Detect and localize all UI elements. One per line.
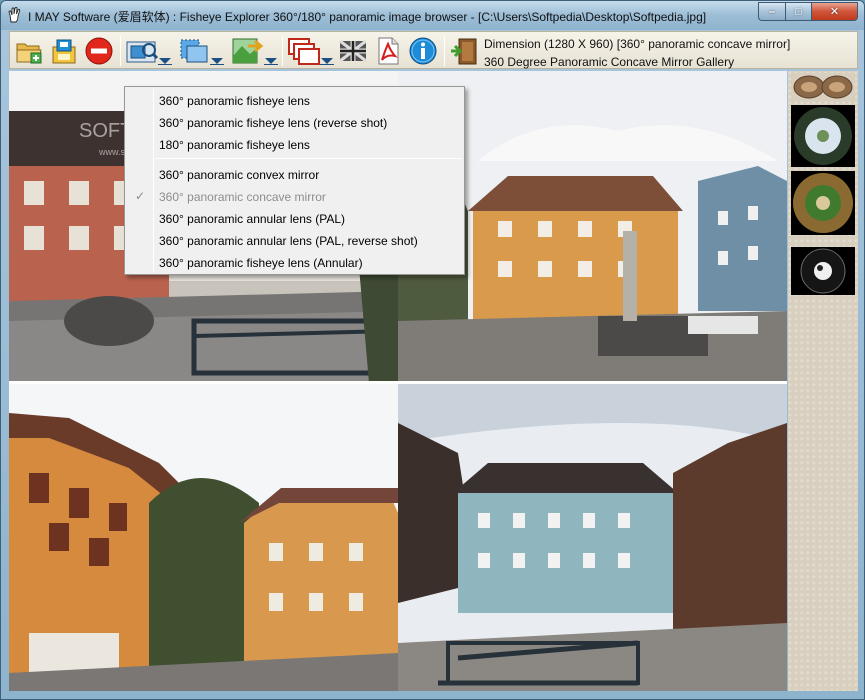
lens-type-menu: 360° panoramic fisheye lens 360° panoram… bbox=[124, 86, 465, 275]
maximize-icon: □ bbox=[795, 5, 802, 18]
thumbnail-image bbox=[791, 247, 855, 295]
camera-view-icon bbox=[126, 41, 159, 63]
image-dimension-info: Dimension (1280 X 960) [360° panoramic c… bbox=[484, 37, 791, 51]
menu-item-label: 360° panoramic fisheye lens (Annular) bbox=[159, 256, 363, 270]
menu-item-label: 360° panoramic annular lens (PAL) bbox=[159, 212, 346, 226]
toolbar-separator bbox=[282, 36, 283, 66]
title-bar[interactable]: I MAY Software (爱眉软体) : Fisheye Explorer… bbox=[1, 1, 864, 30]
panorama-view-4[interactable] bbox=[398, 383, 787, 691]
gallery-thumbnail[interactable] bbox=[791, 105, 855, 167]
gallery-thumbnail[interactable] bbox=[791, 247, 855, 295]
exit-button[interactable] bbox=[448, 35, 480, 67]
menu-item-annular-pal[interactable]: 360° panoramic annular lens (PAL) bbox=[127, 208, 462, 230]
chevron-down-icon[interactable] bbox=[158, 57, 172, 65]
windows-button[interactable] bbox=[286, 35, 334, 67]
export-image-button[interactable] bbox=[228, 35, 278, 67]
gallery-thumbnail[interactable] bbox=[791, 171, 855, 235]
menu-item-fisheye-annular[interactable]: 360° panoramic fisheye lens (Annular) bbox=[127, 252, 462, 274]
thumbnail-image bbox=[791, 105, 855, 167]
panorama-image bbox=[9, 383, 398, 691]
toolbar-separator bbox=[444, 36, 445, 66]
thumbnail-image bbox=[793, 75, 853, 99]
window-bottom-border bbox=[9, 691, 858, 695]
checkmark-icon: ✓ bbox=[135, 189, 146, 203]
save-button[interactable] bbox=[48, 35, 80, 67]
view-divider bbox=[9, 381, 787, 384]
gallery-title: 360 Degree Panoramic Concave Mirror Gall… bbox=[484, 55, 735, 69]
menu-item-label: 360° panoramic concave mirror bbox=[159, 190, 326, 204]
menu-item-label: 360° panoramic fisheye lens bbox=[159, 94, 310, 108]
crop-icon bbox=[180, 39, 208, 63]
close-button[interactable]: ✕ bbox=[811, 2, 858, 21]
stop-button[interactable] bbox=[83, 35, 115, 67]
open-folder-button[interactable] bbox=[13, 35, 45, 67]
menu-item-label: 180° panoramic fisheye lens bbox=[159, 138, 310, 152]
minimize-button[interactable]: – bbox=[758, 2, 785, 21]
window-title: I MAY Software (爱眉软体) : Fisheye Explorer… bbox=[28, 10, 707, 24]
menu-item-convex-mirror[interactable]: 360° panoramic convex mirror bbox=[127, 164, 462, 186]
menu-item-label: 360° panoramic fisheye lens (reverse sho… bbox=[159, 116, 388, 130]
menu-item-fisheye-360-reverse[interactable]: 360° panoramic fisheye lens (reverse sho… bbox=[127, 112, 462, 134]
menu-item-annular-pal-reverse[interactable]: 360° panoramic annular lens (PAL, revers… bbox=[127, 230, 462, 252]
pdf-icon bbox=[378, 37, 399, 65]
chevron-down-icon[interactable] bbox=[210, 57, 224, 65]
cascade-windows-icon bbox=[288, 38, 320, 65]
menu-item-fisheye-180[interactable]: 180° panoramic fisheye lens bbox=[127, 134, 462, 156]
menu-separator bbox=[155, 158, 462, 159]
menu-item-concave-mirror: ✓ 360° panoramic concave mirror bbox=[127, 186, 462, 208]
hand-icon bbox=[8, 7, 21, 23]
info-icon bbox=[409, 37, 437, 65]
gallery-thumbnail[interactable] bbox=[791, 73, 855, 101]
menu-item-label: 360° panoramic convex mirror bbox=[159, 168, 320, 182]
panorama-image bbox=[398, 383, 787, 691]
close-icon: ✕ bbox=[829, 6, 840, 18]
crop-button[interactable] bbox=[176, 35, 224, 67]
panorama-view-3[interactable] bbox=[9, 383, 398, 691]
toolbar-separator bbox=[120, 36, 121, 66]
exit-door-icon bbox=[451, 38, 477, 65]
chevron-down-icon[interactable] bbox=[264, 57, 278, 65]
pdf-button[interactable] bbox=[372, 35, 404, 67]
minimize-icon: – bbox=[768, 5, 776, 18]
chevron-down-icon[interactable] bbox=[320, 57, 334, 65]
flag-button[interactable] bbox=[337, 35, 369, 67]
stop-icon bbox=[85, 37, 113, 65]
maximize-button[interactable]: □ bbox=[785, 2, 811, 21]
menu-item-label: 360° panoramic annular lens (PAL, revers… bbox=[159, 234, 418, 248]
about-button[interactable] bbox=[407, 35, 439, 67]
window-controls: – □ ✕ bbox=[758, 2, 858, 21]
view-mode-button[interactable] bbox=[124, 35, 172, 67]
save-icon bbox=[52, 39, 76, 64]
menu-item-fisheye-360[interactable]: 360° panoramic fisheye lens bbox=[127, 90, 462, 112]
thumbnail-gallery bbox=[788, 71, 858, 691]
thumbnail-image bbox=[791, 171, 855, 235]
open-folder-icon bbox=[16, 43, 42, 64]
map-export-icon bbox=[232, 38, 264, 64]
union-flag-icon bbox=[339, 39, 367, 63]
toolbar: Dimension (1280 X 960) [360° panoramic c… bbox=[9, 31, 858, 69]
